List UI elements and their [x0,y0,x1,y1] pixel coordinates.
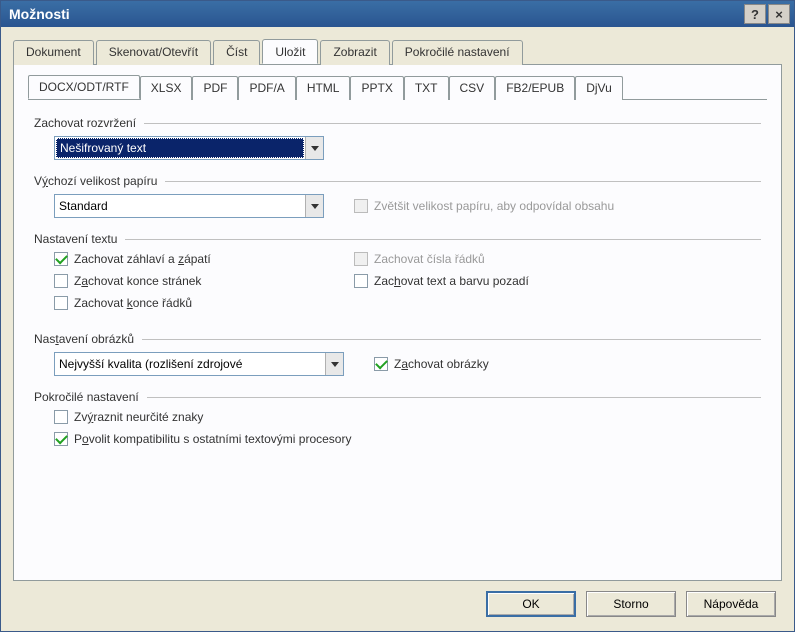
titlebar-buttons: ? × [744,4,790,24]
checkbox-box [54,432,68,446]
help-button[interactable]: Nápověda [686,591,776,617]
layout-label: Zachovat rozvržení [34,116,761,130]
separator-line [142,339,761,340]
ok-button[interactable]: OK [486,591,576,617]
chevron-down-icon[interactable] [325,353,343,375]
paper-section: Výchozí velikost papíru Standard Zvětšit… [34,174,761,218]
highlight-uncertain-checkbox[interactable]: Zvýraznit neurčité znaky [54,410,761,424]
pictures-section: Nastavení obrázků Nejvyšší kvalita (rozl… [34,332,761,376]
tab-content: DOCX/ODT/RTF XLSX PDF PDF/A HTML PPTX TX… [13,65,782,581]
paper-label: Výchozí velikost papíru [34,174,761,188]
subtab-pptx[interactable]: PPTX [350,76,403,100]
chevron-down-icon[interactable] [305,195,323,217]
options-dialog: Možnosti ? × Dokument Skenovat/Otevřít Č… [0,0,795,632]
chevron-down-icon[interactable] [305,137,323,159]
compatibility-checkbox[interactable]: Povolit kompatibilitu s ostatními textov… [54,432,761,446]
checkbox-box [54,296,68,310]
tab-skenovat[interactable]: Skenovat/Otevřít [96,40,211,65]
subtab-csv[interactable]: CSV [449,76,496,100]
pictures-label-text: Nastavení obrázků [34,332,134,346]
checkbox-box [374,357,388,371]
help-icon: ? [751,7,759,22]
subtab-xlsx[interactable]: XLSX [140,76,193,100]
subtab-docx[interactable]: DOCX/ODT/RTF [28,75,140,99]
tab-zobrazit[interactable]: Zobrazit [320,40,389,65]
text-label-text: Nastavení textu [34,232,117,246]
keep-linebreaks-checkbox[interactable]: Zachovat konce řádků [54,296,354,310]
layout-section: Zachovat rozvržení Nešifrovaný text [34,116,761,160]
main-tabs: Dokument Skenovat/Otevřít Číst Uložit Zo… [13,39,782,65]
titlebar: Možnosti ? × [1,1,794,27]
keep-bgcolor-checkbox[interactable]: Zachovat text a barvu pozadí [354,274,761,288]
checkbox-box [354,252,368,266]
keep-pictures-label: Zachovat obrázky [394,357,489,371]
enlarge-paper-label: Zvětšit velikost papíru, aby odpovídal o… [374,199,614,213]
subtab-pdf[interactable]: PDF [192,76,238,100]
layout-label-text: Zachovat rozvržení [34,116,136,130]
advanced-section: Pokročilé nastavení Zvýraznit neurčité z… [34,390,761,446]
subtab-djvu[interactable]: DjVu [575,76,623,100]
close-button[interactable]: × [768,4,790,24]
tab-cist[interactable]: Číst [213,40,260,65]
keep-linenumbers-label: Zachovat čísla řádků [374,252,485,266]
enlarge-paper-checkbox: Zvětšit velikost papíru, aby odpovídal o… [354,199,614,213]
tab-pokrocile[interactable]: Pokročilé nastavení [392,40,523,65]
subtab-html[interactable]: HTML [296,76,351,100]
subtab-txt[interactable]: TXT [404,76,449,100]
keep-headers-label: Zachovat záhlaví a zápatí [74,252,211,266]
help-button[interactable]: ? [744,4,766,24]
separator-line [147,397,761,398]
keep-bgcolor-label: Zachovat text a barvu pozadí [374,274,529,288]
advanced-label-text: Pokročilé nastavení [34,390,139,404]
paper-combo[interactable]: Standard [54,194,324,218]
window-title: Možnosti [9,6,744,22]
tab-ulozit[interactable]: Uložit [262,39,318,64]
advanced-label: Pokročilé nastavení [34,390,761,404]
paper-label-text: Výchozí velikost papíru [34,174,157,188]
subtab-pdfa[interactable]: PDF/A [238,76,295,100]
checkbox-box [354,199,368,213]
layout-combo-value: Nešifrovaný text [56,138,304,158]
checkbox-box [354,274,368,288]
dialog-buttons: OK Storno Nápověda [13,581,782,623]
format-subtabs: DOCX/ODT/RTF XLSX PDF PDF/A HTML PPTX TX… [28,75,767,100]
keep-linenumbers-checkbox: Zachovat čísla řádků [354,252,761,266]
tab-dokument[interactable]: Dokument [13,40,94,65]
pictures-quality-combo[interactable]: Nejvyšší kvalita (rozlišení zdrojové [54,352,344,376]
close-icon: × [775,7,783,22]
paper-combo-value: Standard [55,195,305,217]
format-panel: Zachovat rozvržení Nešifrovaný text Vých… [28,100,767,466]
text-label: Nastavení textu [34,232,761,246]
checkbox-box [54,274,68,288]
layout-combo[interactable]: Nešifrovaný text [54,136,324,160]
separator-line [144,123,761,124]
keep-pagebreaks-label: Zachovat konce stránek [74,274,201,288]
separator-line [165,181,761,182]
compatibility-label: Povolit kompatibilitu s ostatními textov… [74,432,351,446]
pictures-quality-value: Nejvyšší kvalita (rozlišení zdrojové [55,353,325,375]
checkbox-box [54,252,68,266]
cancel-button[interactable]: Storno [586,591,676,617]
checkbox-box [54,410,68,424]
text-section: Nastavení textu Zachovat záhlaví a zápat… [34,232,761,318]
pictures-label: Nastavení obrázků [34,332,761,346]
highlight-uncertain-label: Zvýraznit neurčité znaky [74,410,203,424]
dialog-body: Dokument Skenovat/Otevřít Číst Uložit Zo… [1,27,794,631]
keep-pagebreaks-checkbox[interactable]: Zachovat konce stránek [54,274,354,288]
keep-headers-checkbox[interactable]: Zachovat záhlaví a zápatí [54,252,354,266]
separator-line [125,239,761,240]
keep-linebreaks-label: Zachovat konce řádků [74,296,192,310]
keep-pictures-checkbox[interactable]: Zachovat obrázky [374,357,489,371]
subtab-fb2[interactable]: FB2/EPUB [495,76,575,100]
